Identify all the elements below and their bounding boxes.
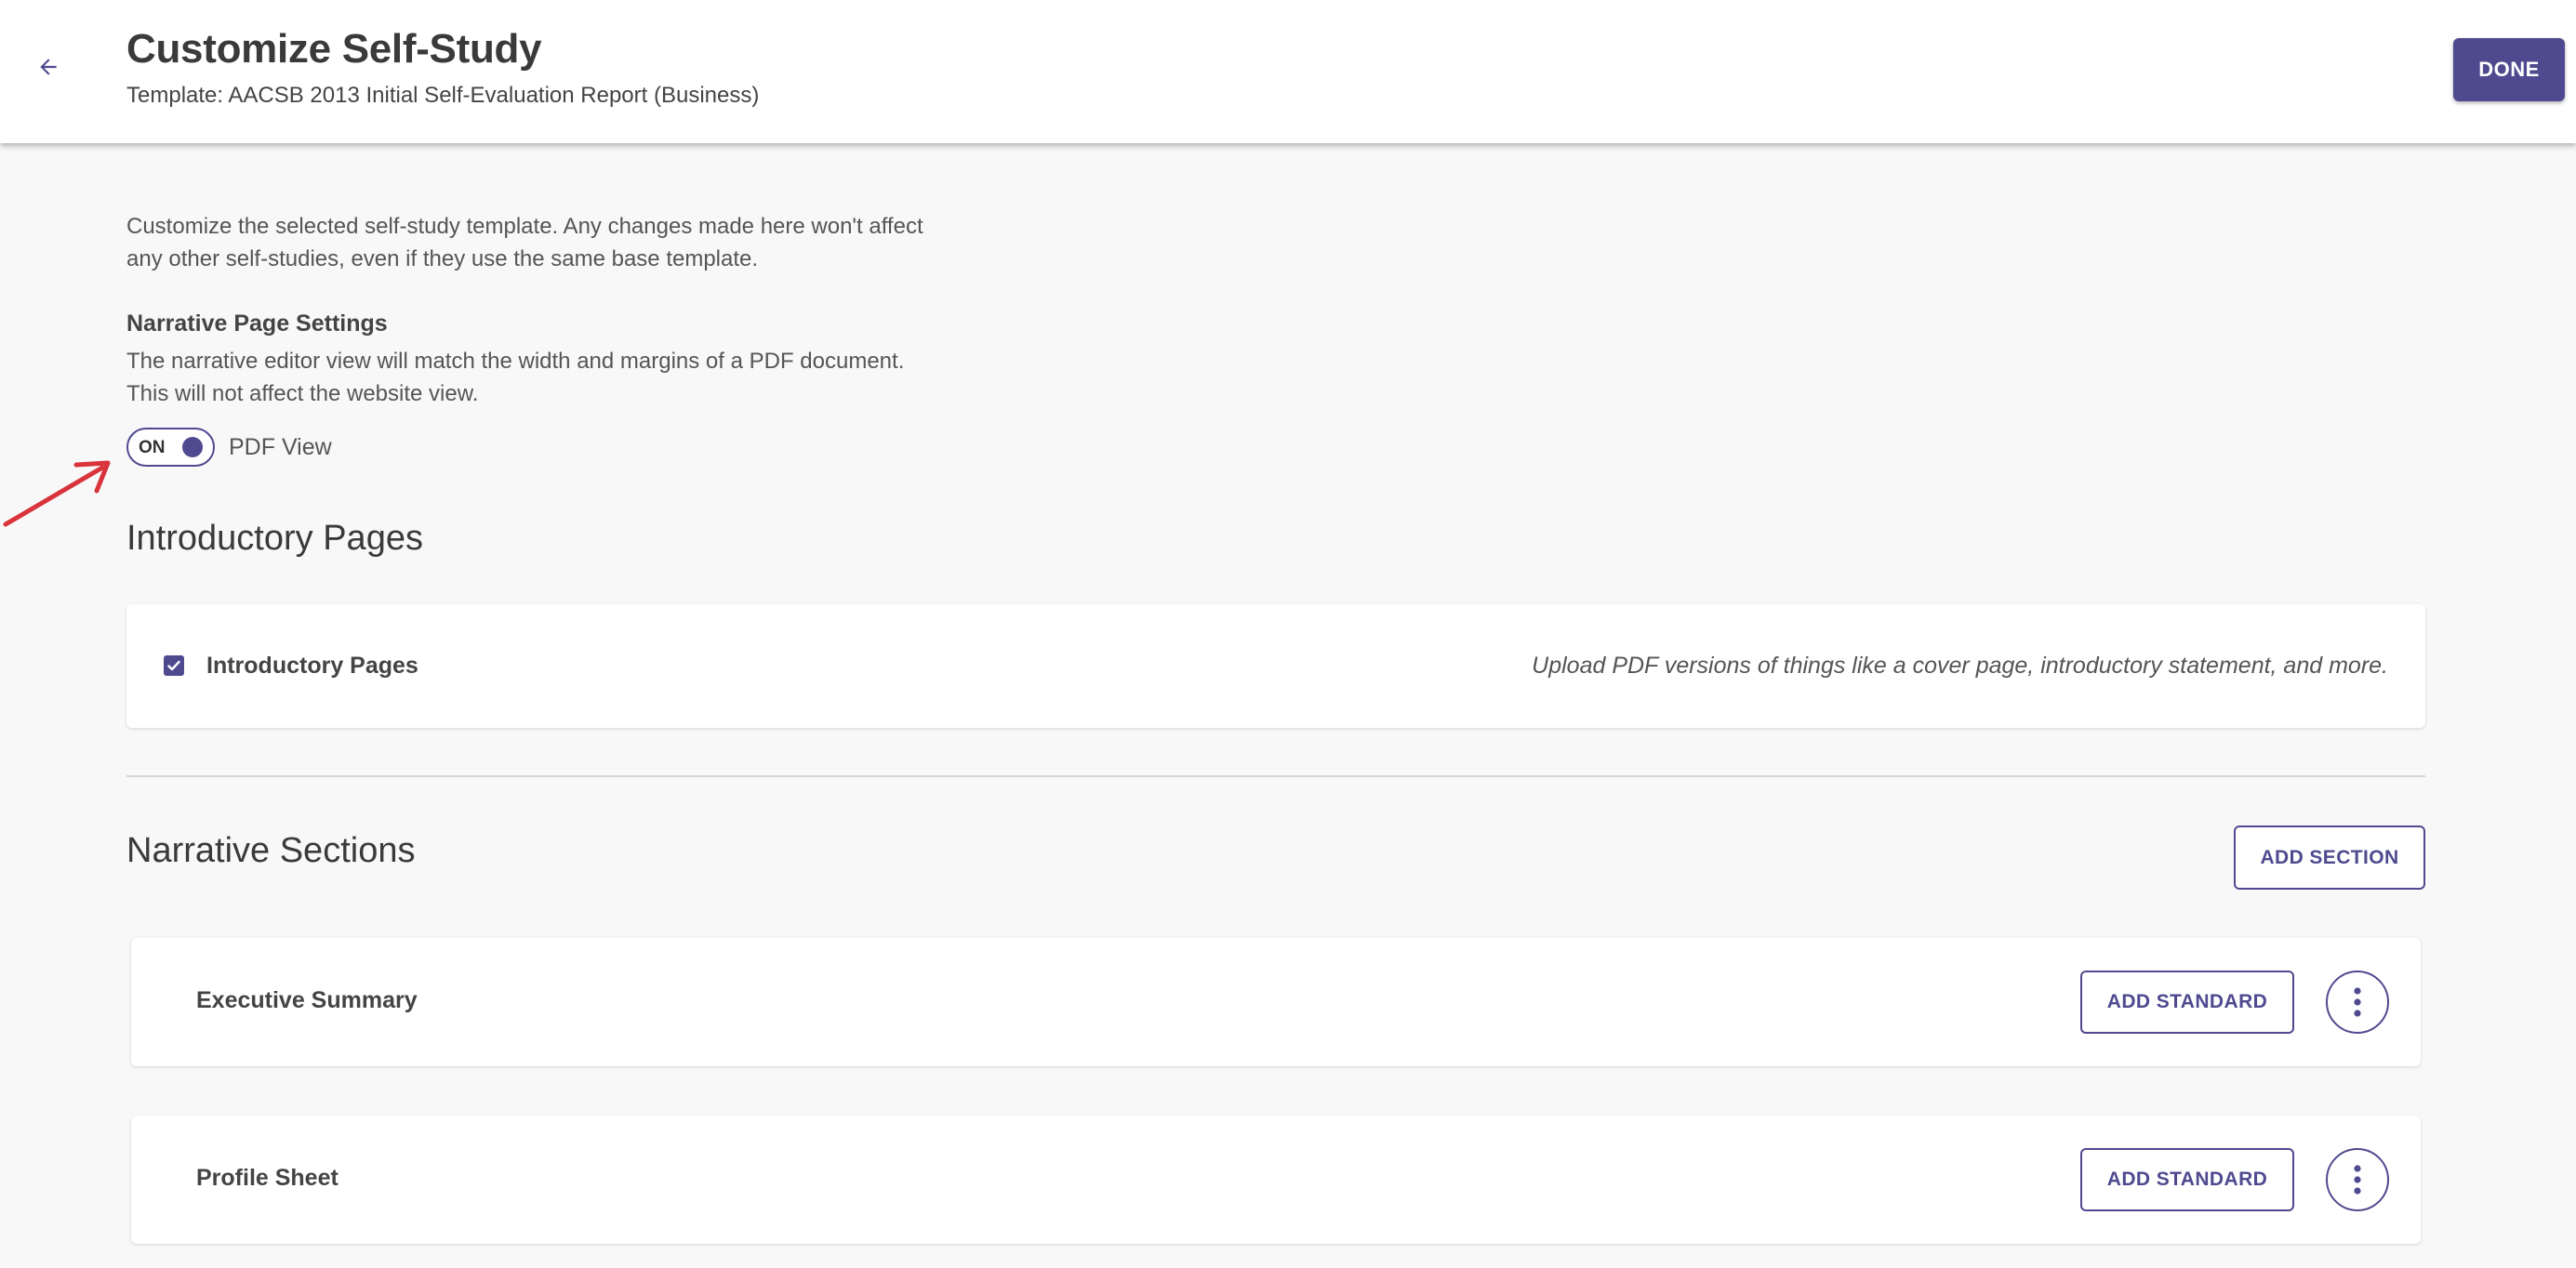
narrative-settings-heading: Narrative Page Settings (126, 310, 388, 337)
toggle-state-text: ON (139, 438, 166, 457)
introductory-pages-label: Introductory Pages (206, 653, 418, 679)
done-button[interactable]: DONE (2453, 38, 2565, 101)
add-standard-button[interactable]: ADD STANDARD (2080, 1148, 2294, 1211)
back-button[interactable] (28, 46, 69, 87)
more-vertical-icon (2354, 1165, 2361, 1195)
section-label: Profile Sheet (196, 1165, 339, 1191)
introductory-pages-card: Introductory Pages Upload PDF versions o… (126, 604, 2425, 728)
section-label: Executive Summary (196, 987, 418, 1013)
toggle-knob (182, 437, 203, 457)
section-card: Profile Sheet ADD STANDARD (131, 1116, 2421, 1244)
arrow-left-icon (40, 59, 57, 75)
check-icon (167, 660, 180, 671)
annotation-arrow-icon (3, 460, 111, 527)
introductory-pages-title: Introductory Pages (126, 519, 423, 558)
app-header: Customize Self-Study Template: AACSB 201… (0, 0, 2576, 143)
pdf-view-label: PDF View (229, 434, 332, 460)
narrative-sections-title: Narrative Sections (126, 831, 416, 870)
introductory-pages-hint: Upload PDF versions of things like a cov… (1532, 653, 2388, 679)
section-menu-button[interactable] (2326, 971, 2389, 1034)
add-section-button[interactable]: ADD SECTION (2234, 826, 2425, 890)
more-vertical-icon (2354, 987, 2361, 1017)
pdf-view-toggle[interactable]: ON (126, 428, 215, 467)
section-divider (126, 775, 2425, 777)
page-title: Customize Self-Study (126, 26, 542, 72)
section-menu-button[interactable] (2326, 1148, 2389, 1211)
intro-description: Customize the selected self-study templa… (126, 214, 923, 271)
section-card: Executive Summary ADD STANDARD (131, 938, 2421, 1066)
narrative-settings-description: The narrative editor view will match the… (126, 349, 905, 406)
add-standard-button[interactable]: ADD STANDARD (2080, 971, 2294, 1034)
template-subtitle: Template: AACSB 2013 Initial Self-Evalua… (126, 83, 760, 108)
introductory-pages-checkbox[interactable] (164, 655, 184, 676)
